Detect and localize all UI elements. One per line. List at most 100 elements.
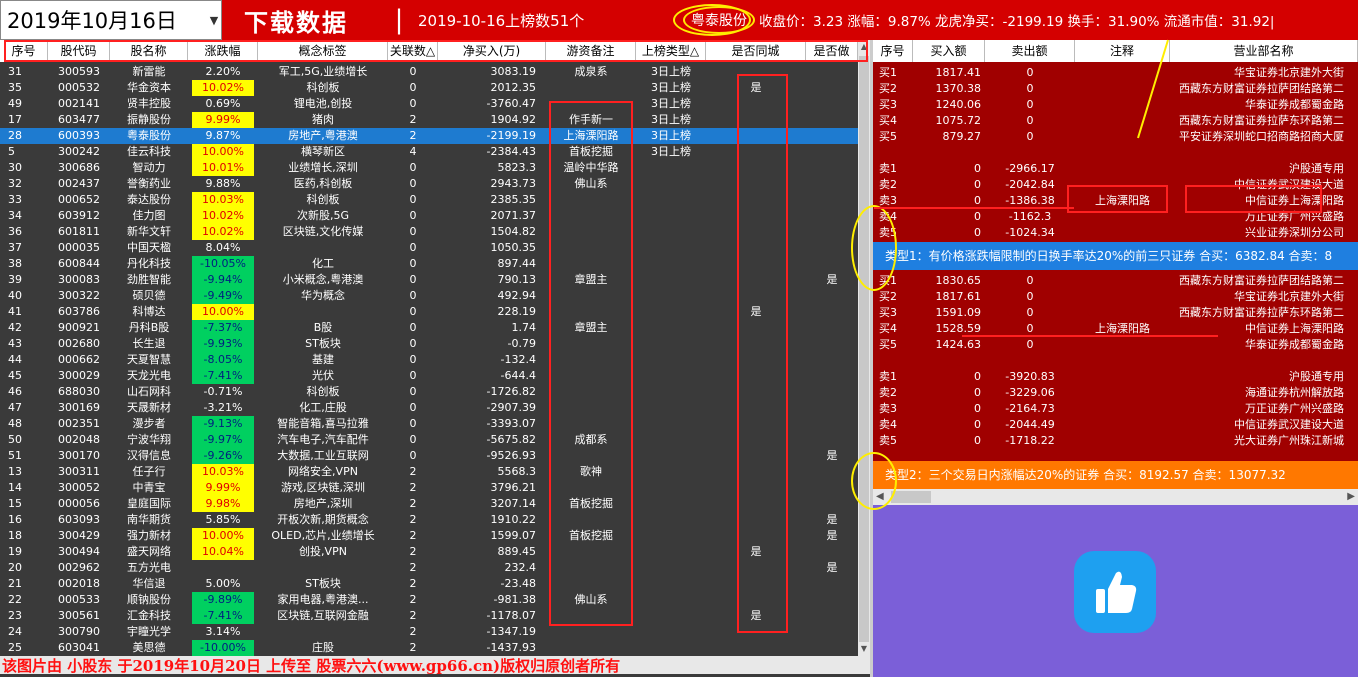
change-badge: 9.99% [192,480,254,496]
broker-row[interactable]: 卖5 0 -1718.22 光大证券广州珠江新城 [873,433,1358,449]
cell-net: 889.45 [497,545,537,558]
table-row[interactable]: 16 603093 南华期货 5.85% 开板次新,期货概念 2 1910.22 是 [0,512,858,528]
cell-dept: 平安证券深圳蛇口招商路招商大厦 [1179,130,1344,143]
table-row[interactable]: 30 300686 智动力 10.01% 业绩增长,深圳 0 5823.3 温岭中华路 [0,160,858,176]
table-row[interactable]: 44 000662 天夏智慧 -8.05% 基建 0 -132.4 [0,352,858,368]
cell-chg: 10.02% [188,208,258,224]
cell-net: 897.44 [497,257,537,270]
cell-seq: 43 [8,337,22,350]
table-row[interactable]: 41 603786 科博达 10.00% 0 228.19 是 [0,304,858,320]
cell-net: -2384.43 [486,145,536,158]
table-row[interactable]: 25 603041 美思德 -10.00% 庄股 2 -1437.93 [0,640,858,656]
cell-link: 0 [409,225,417,238]
table-row[interactable]: 34 603912 佳力图 10.02% 次新股,5G 0 2071.37 [0,208,858,224]
table-row[interactable]: 23 300561 汇金科技 -7.41% 区块链,互联网金融 2 -1178.07 是 [0,608,858,624]
cell-chg: 9.99% [188,480,258,496]
table-row[interactable]: 45 300029 天龙光电 -7.41% 光伏 0 -644.4 [0,368,858,384]
table-row[interactable]: 49 002141 贤丰控股 0.69% 锂电池,创投 0 -3760.47 3日上榜 [0,96,858,112]
table-row[interactable]: 39 300083 劲胜智能 -9.94% 小米概念,粤港澳 0 790.13 章盟主是 [0,272,858,288]
table-row[interactable]: 47 300169 天晟新材 -3.21% 化工,庄股 0 -2907.39 [0,400,858,416]
table-row[interactable]: 36 601811 新华文轩 10.02% 区块链,文化传媒 0 1504.82 [0,224,858,240]
cell-link: 2 [409,497,417,510]
table-row[interactable]: 14 300052 中青宝 9.99% 游戏,区块链,深圳 2 3796.21 [0,480,858,496]
cell-concept: 家用电器,粤港澳... [277,593,369,606]
cell-type [636,208,706,224]
cell-link: 2 [409,113,417,126]
cell-seq: 22 [8,593,22,606]
broker-row[interactable]: 买2 1817.61 0 华宝证券北京建外大街 [873,289,1358,305]
broker-row[interactable]: 买3 1591.09 0 西藏东方财富证券拉萨东环路第二 [873,305,1358,321]
table-row[interactable]: 17 603477 振静股份 9.99% 猪肉 2 1904.92 作手新一 3日上榜 [0,112,858,128]
cell-link: 0 [409,177,417,190]
cell-note [1075,369,1170,385]
table-row[interactable]: 22 000533 顺钠股份 -9.89% 家用电器,粤港澳... 2 -981.38 佛山系 [0,592,858,608]
table-row[interactable]: 40 300322 硕贝德 -9.49% 华为概念 0 492.94 [0,288,858,304]
cell-type [636,176,706,192]
cell-type: 3日上榜 [651,113,691,126]
like-button[interactable] [1074,551,1156,633]
cell-name: 泰达股份 [127,193,171,206]
table-row[interactable]: 15 000056 皇庭国际 9.98% 房地产,深圳 2 3207.14 首板挖掘 [0,496,858,512]
column-header[interactable]: 营业部名称 [1170,40,1358,62]
table-row[interactable]: 20 002962 五方光电 2 232.4 是 [0,560,858,576]
top-bar: 下载数据 | 2019-10-16上榜数51个 粤泰股份 收盘价：3.23 涨幅… [222,0,1358,40]
table-row[interactable]: 5 300242 佳云科技 10.00% 横琴新区 4 -2384.43 首板挖掘 3日上榜 [0,144,858,160]
scrollbar-thumb[interactable] [891,491,931,503]
broker-row[interactable]: 卖2 0 -3229.06 海通证券杭州解放路 [873,385,1358,401]
cell-code: 300322 [58,289,100,302]
cell-seq: 42 [8,321,22,334]
table-row[interactable]: 13 300311 任子行 10.03% 网络安全,VPN 2 5568.3 歌神 [0,464,858,480]
broker-row[interactable]: 买1 1830.65 0 西藏东方财富证券拉萨团结路第二 [873,273,1358,289]
table-row[interactable]: 33 000652 泰达股份 10.03% 科创板 0 2385.35 [0,192,858,208]
cell-net: 228.19 [497,305,537,318]
cell-type [636,416,706,432]
table-row[interactable]: 24 300790 宇瞳光学 3.14% 2 -1347.19 [0,624,858,640]
table-row[interactable]: 35 000532 华金资本 10.02% 科创板 0 2012.35 3日上榜是 [0,80,858,96]
table-row[interactable]: 51 300170 汉得信息 -9.26% 大数据,工业互联网 0 -9526.93 是 [0,448,858,464]
table-row[interactable]: 32 002437 誉衡药业 9.88% 医药,科创板 0 2943.73 佛山系 [0,176,858,192]
table-row[interactable]: 21 002018 华信退 5.00% ST板块 2 -23.48 [0,576,858,592]
table-row[interactable]: 38 600844 丹化科技 -10.05% 化工 0 897.44 [0,256,858,272]
annotation-type2-circle [851,452,897,510]
cell-type: 3日上榜 [651,129,691,142]
broker-row[interactable]: 卖4 0 -2044.49 中信证券武汉建设大道 [873,417,1358,433]
table-row[interactable]: 28 600393 粤泰股份 9.87% 房地产,粤港澳 2 -2199.19 上海溧阳路 3日… [0,128,858,144]
cell-sell: -2164.73 [1005,402,1055,415]
table-row[interactable]: 37 000035 中国天楹 8.04% 0 1050.35 [0,240,858,256]
cell-chg: -9.89% [188,592,258,608]
horizontal-scrollbar[interactable]: ◀ ▶ [873,489,1358,505]
scrollbar-thumb[interactable] [859,56,869,642]
table-row[interactable]: 48 002351 漫步者 -9.13% 智能音箱,喜马拉雅 0 -3393.07 [0,416,858,432]
table-row[interactable]: 43 002680 长生退 -9.93% ST板块 0 -0.79 [0,336,858,352]
cell-concept: 智能音箱,喜马拉雅 [277,417,369,430]
cell-link: 0 [409,417,417,430]
table-row[interactable]: 50 002048 宁波华翔 -9.97% 汽车电子,汽车配件 0 -5675.82 成都系 [0,432,858,448]
cell-seq: 18 [8,529,22,542]
scroll-right-icon[interactable]: ▶ [1347,491,1355,502]
table-row[interactable]: 18 300429 强力新材 10.00% OLED,芯片,业绩增长 2 1599.07 首板… [0,528,858,544]
cell-seq: 16 [8,513,22,526]
annotation-line2 [962,335,1218,337]
table-row[interactable]: 31 300593 新雷能 2.20% 军工,5G,业绩增长 0 3083.19 成泉系 3日上… [0,64,858,80]
table-row[interactable]: 46 688030 山石网科 -0.71% 科创板 0 -1726.82 [0,384,858,400]
cell-type [636,560,706,576]
date-selector[interactable]: 2019年10月16日 ▼ [0,0,222,40]
cell-note [546,624,636,640]
scroll-down-icon[interactable]: ▼ [859,644,869,654]
broker-row[interactable]: 卖3 0 -2164.73 万正证券广州兴盛路 [873,401,1358,417]
cell-seq: 5 [8,145,15,158]
cell-chg: -7.37% [188,320,258,336]
cell-name: 漫步者 [132,417,166,430]
change-badge: -9.94% [192,272,254,288]
table-row[interactable]: 42 900921 丹科B股 -7.37% B股 0 1.74 章盟主 [0,320,858,336]
chevron-down-icon[interactable]: ▼ [207,14,221,27]
cell-dept: 西藏东方财富证券拉萨团结路第二 [1179,82,1344,95]
cell-type [636,624,706,640]
download-data-button[interactable]: 下载数据 [222,3,380,38]
annotation-header-box [4,40,868,62]
broker-row[interactable]: 卖1 0 -3920.83 沪股通专用 [873,369,1358,385]
cell-name: 盛天网络 [127,545,171,558]
cell-concept: 基建 [312,353,334,366]
table-row[interactable]: 19 300494 盛天网络 10.04% 创投,VPN 2 889.45 是 [0,544,858,560]
vertical-scrollbar[interactable]: ▲ ▼ [858,40,870,656]
